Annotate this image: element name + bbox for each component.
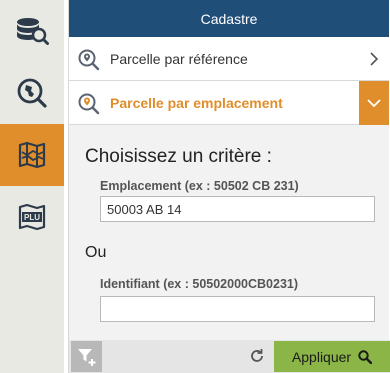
section-parcelle-par-reference[interactable]: Parcelle par référence [69,37,389,81]
identifier-label: Identifiant (ex : 50502000CB0231) [100,277,299,291]
refresh-icon [251,349,263,362]
search-pin-icon [78,49,100,76]
apply-button[interactable]: Appliquer [274,341,390,372]
icon-sidebar: PLU [0,0,64,373]
panel-title: Cadastre [69,0,389,37]
map-search-icon [17,78,47,108]
sidebar-item-cadastre-map[interactable] [0,124,64,186]
chevron-down-button[interactable] [359,81,389,125]
section-label: Parcelle par emplacement [110,94,283,111]
chevron-down-icon [367,99,381,108]
plu-badge: PLU [24,213,40,222]
search-pin-icon [78,93,100,120]
chevron-right-icon [369,52,379,71]
cadastre-panel: Cadastre Parcelle par référence Parcelle… [68,0,390,373]
plu-map-icon: PLU [18,203,46,231]
add-filter-button[interactable] [71,341,102,372]
identifier-input[interactable] [100,296,375,322]
apply-label: Appliquer [291,348,352,365]
sidebar-item-map-search[interactable] [0,62,64,124]
search-icon [358,349,373,364]
location-input[interactable] [100,196,375,222]
section-parcelle-par-emplacement[interactable]: Parcelle par emplacement [69,81,389,125]
section-label: Parcelle par référence [110,50,248,67]
panel-footer: Appliquer [69,340,390,373]
location-label: Emplacement (ex : 50502 CB 231) [100,179,299,193]
criteria-heading: Choisissez un critère : [85,146,272,167]
or-separator: Ou [85,244,107,261]
database-search-icon [17,18,49,45]
filter-add-icon [77,348,95,366]
map-folded-icon [18,141,46,169]
sidebar-item-plu[interactable]: PLU [0,186,64,248]
app-root: PLU Cadastre Parcelle par référence Parc… [0,0,390,373]
reset-button[interactable] [249,348,265,369]
sidebar-item-database-search[interactable] [0,0,64,62]
